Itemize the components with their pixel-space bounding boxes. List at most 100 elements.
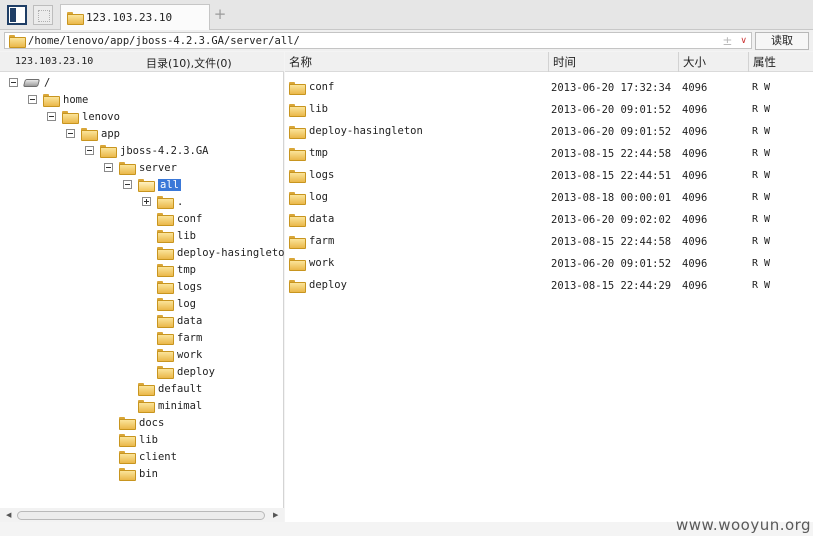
file-name: log [309,191,328,203]
tree-node-label: / [44,76,51,89]
tree-node[interactable]: data [142,312,202,329]
file-name: work [309,257,335,269]
tree-node[interactable]: logs [142,278,202,295]
tree-node[interactable]: jboss-4.2.3.GA [85,142,209,159]
folder-icon [157,213,174,226]
file-size: 4096 [682,280,708,292]
file-time: 2013-08-15 22:44:58 [551,236,672,248]
file-row[interactable]: work 2013-06-20 09:01:52 4096 R W [285,252,813,274]
file-size: 4096 [682,104,708,116]
file-row[interactable]: data 2013-06-20 09:02:02 4096 R W [285,208,813,230]
tree-node-label: minimal [158,399,203,412]
file-time: 2013-08-15 22:44:51 [551,170,672,182]
file-name: deploy-hasingleton [309,125,423,137]
folder-icon [9,35,26,48]
folder-icon [289,125,306,139]
panel-toggle-icon[interactable] [7,5,27,25]
tree-node[interactable]: lib [104,431,158,448]
file-row[interactable]: log 2013-08-18 00:00:01 4096 R W [285,186,813,208]
tree-node-label: deploy [177,365,215,378]
tree-node-label: client [139,450,177,463]
tree-node-label: deploy-hasingleton [177,246,284,259]
expand-icon[interactable] [142,197,151,206]
folder-icon [119,451,136,464]
file-row[interactable]: deploy-hasingleton 2013-06-20 09:01:52 409… [285,120,813,142]
folder-icon [289,103,306,117]
collapse-icon[interactable] [47,112,56,121]
file-name: tmp [309,147,328,159]
file-size: 4096 [682,258,708,270]
collapse-icon[interactable] [28,95,37,104]
scroll-right-icon[interactable]: ▶ [273,511,278,519]
file-row[interactable]: deploy 2013-08-15 22:44:29 4096 R W [285,274,813,296]
directory-tree: / home lenovo app jboss-4.2.3.GA server all. co… [0,72,284,508]
tree-node[interactable]: home [28,91,88,108]
tree-node[interactable]: conf [142,210,202,227]
file-time: 2013-08-18 00:00:01 [551,192,672,204]
file-size: 4096 [682,126,708,138]
tree-node-label: jboss-4.2.3.GA [120,144,209,157]
tree-node[interactable]: work [142,346,202,363]
folder-icon [157,366,174,379]
collapse-icon[interactable] [123,180,132,189]
folder-icon [289,257,306,271]
tree-node-label: lenovo [82,110,120,123]
file-time: 2013-06-20 09:01:52 [551,258,672,270]
tree-node[interactable]: all [123,176,181,193]
collapse-icon[interactable] [85,146,94,155]
collapse-icon[interactable] [9,78,18,87]
tree-node[interactable]: lib [142,227,196,244]
horizontal-scrollbar[interactable]: ◀ ▶ [0,508,284,522]
tree-node[interactable]: tmp [142,261,196,278]
read-button[interactable]: 读取 [755,32,809,50]
folder-icon [289,81,306,95]
tree-node[interactable]: client [104,448,177,465]
collapse-icon[interactable] [104,163,113,172]
folder-icon [289,235,306,249]
file-time: 2013-08-15 22:44:58 [551,148,672,160]
tree-node[interactable]: . [142,193,183,210]
file-row[interactable]: farm 2013-08-15 22:44:58 4096 R W [285,230,813,252]
file-row[interactable]: lib 2013-06-20 09:01:52 4096 R W [285,98,813,120]
file-attr: R W [752,148,771,159]
column-name[interactable]: 名称 [285,52,548,72]
tree-node[interactable]: default [123,380,202,397]
file-attr: R W [752,170,771,181]
tree-node-label: tmp [177,263,196,276]
folder-icon [43,94,60,107]
column-size[interactable]: 大小 [678,52,748,72]
tree-node[interactable]: farm [142,329,202,346]
file-row[interactable]: tmp 2013-08-15 22:44:58 4096 R W [285,142,813,164]
address-bar: /home/lenovo/app/jboss-4.2.3.GA/server/a… [0,30,813,51]
path-input[interactable]: /home/lenovo/app/jboss-4.2.3.GA/server/a… [4,32,752,49]
file-attr: R W [752,82,771,93]
tree-node[interactable]: docs [104,414,164,431]
tab-host[interactable]: 123.103.23.10 [60,4,210,30]
tree-node-label: lib [139,433,158,446]
tree-node[interactable]: app [66,125,120,142]
file-name: lib [309,103,328,115]
column-attr[interactable]: 属性 [748,52,813,72]
column-time[interactable]: 时间 [548,52,678,72]
tree-node[interactable]: bin [104,465,158,482]
tree-node[interactable]: deploy-hasingleton [142,244,284,261]
add-tab-icon[interactable]: + [212,6,228,22]
file-attr: R W [752,236,771,247]
blank-page-icon[interactable] [33,5,53,25]
file-time: 2013-06-20 09:02:02 [551,214,672,226]
collapse-icon[interactable] [66,129,75,138]
tree-node[interactable]: / [9,74,50,91]
plus-icon[interactable]: ± [722,34,732,48]
tree-node[interactable]: log [142,295,196,312]
chevron-down-icon[interactable]: ∨ [740,36,747,46]
file-row[interactable]: conf 2013-06-20 17:32:34 4096 R W [285,76,813,98]
scroll-left-icon[interactable]: ◀ [6,511,11,519]
tree-node[interactable]: server [104,159,177,176]
tree-node[interactable]: deploy [142,363,215,380]
tree-node-label: app [101,127,120,140]
tree-node[interactable]: minimal [123,397,202,414]
file-row[interactable]: logs 2013-08-15 22:44:51 4096 R W [285,164,813,186]
tree-node[interactable]: lenovo [47,108,120,125]
folder-icon [67,12,84,25]
scrollbar-thumb[interactable] [17,511,265,520]
